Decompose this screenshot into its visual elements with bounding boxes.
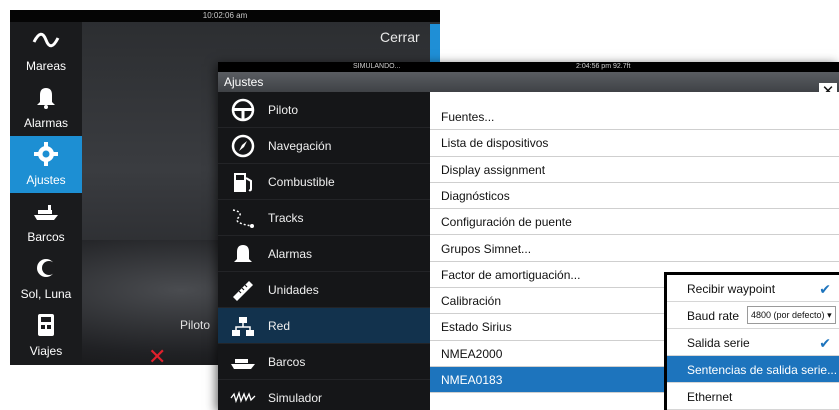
left-rail: Mareas Alarmas Ajustes Barcos Sol, Luna [10, 22, 82, 365]
list-item[interactable]: Display assignment [430, 157, 839, 183]
list-item-label: Lista de dispositivos [441, 136, 549, 151]
gear-icon [34, 142, 58, 166]
rail-item-mareas[interactable]: Mareas [10, 22, 82, 79]
checkbox-checked-icon[interactable]: ✔ [819, 281, 831, 298]
receive-waypoint-label: Recibir waypoint [687, 282, 776, 296]
ethernet-label: Ethernet [687, 390, 733, 404]
list-item-label: Factor de amortiguación... [441, 267, 581, 282]
baud-rate-select[interactable]: 4800 (por defecto) ▾ [747, 306, 836, 324]
list-item-label: Display assignment [441, 162, 546, 177]
menu-item-tracks[interactable]: Tracks [218, 200, 430, 236]
settings-menu: Piloto Navegación Combustible Tracks Ala… [218, 92, 430, 410]
list-item-label: Fuentes... [441, 110, 495, 124]
list-item-label: Grupos Simnet... [441, 241, 532, 256]
list-item-label: NMEA2000 [441, 346, 503, 361]
rail-item-label: Barcos [27, 230, 65, 244]
ship-icon [34, 205, 58, 220]
dialog-title: Ajustes [224, 75, 264, 89]
rail-item-label: Viajes [29, 344, 63, 358]
simulator-icon [230, 390, 256, 404]
list-item[interactable]: Configuración de puente [430, 209, 839, 236]
serial-sentences-label: Sentencias de salida serie... [687, 363, 838, 377]
list-item-label: Configuración de puente [441, 215, 572, 230]
menu-item-label: Barcos [268, 355, 306, 369]
menu-item-label: Navegación [268, 139, 332, 153]
menu-item-red[interactable]: Red [218, 308, 430, 344]
rail-item-viajes[interactable]: Viajes [10, 307, 82, 364]
dropdown-arrow-icon: ▾ [827, 310, 832, 320]
list-item[interactable]: Grupos Simnet... [430, 236, 839, 262]
menu-item-navegacion[interactable]: Navegación [218, 128, 430, 164]
menu-item-label: Piloto [268, 103, 299, 117]
menu-item-label: Simulador [268, 391, 323, 405]
menu-item-label: Alarmas [268, 247, 313, 261]
checkbox-checked-icon[interactable]: ✔ [819, 335, 831, 352]
ruler-icon [233, 281, 253, 301]
bell-icon [37, 88, 55, 109]
list-item[interactable]: Fuentes... [430, 104, 839, 131]
dialog-status-bar: SIMULANDO... 2:04:56 pm 92.7ft [218, 62, 839, 72]
network-icon [232, 317, 254, 336]
menu-item-simulador[interactable]: Simulador [218, 380, 430, 410]
list-item-label: Estado Sirius [441, 320, 512, 335]
rail-item-alarmas[interactable]: Alarmas [10, 79, 82, 136]
list-item[interactable]: Diagnósticos [430, 183, 839, 210]
dialog-title-bar: Ajustes ✕ [218, 72, 839, 101]
rail-item-label: Alarmas [23, 116, 68, 130]
menu-item-alarmas[interactable]: Alarmas [218, 236, 430, 272]
tide-wave-icon [32, 32, 60, 48]
list-item-label: Calibración [441, 294, 502, 309]
sun-moon-icon [37, 259, 56, 277]
menu-item-label: Red [268, 319, 291, 333]
receive-waypoint-row[interactable]: Recibir waypoint ✔ [667, 275, 839, 302]
nmea0183-popup: Recibir waypoint ✔ Baud rate 4800 (por d… [664, 272, 839, 410]
menu-item-label: Unidades [268, 283, 319, 297]
rail-item-label: Sol, Luna [20, 287, 72, 301]
bell-icon [234, 245, 252, 262]
rail-item-barcos[interactable]: Barcos [10, 193, 82, 250]
track-icon [232, 209, 254, 228]
menu-item-barcos[interactable]: Barcos [218, 344, 430, 380]
background-status-bar: 10:02:06 am [10, 10, 440, 22]
menu-item-unidades[interactable]: Unidades [218, 272, 430, 308]
compass-icon [231, 134, 255, 158]
list-item[interactable]: Lista de dispositivos [430, 130, 839, 157]
baud-rate-value: 4800 (por defecto) [751, 310, 825, 320]
menu-item-label: Combustible [268, 175, 335, 189]
serial-sentences-row[interactable]: Sentencias de salida serie... [667, 356, 839, 383]
rail-item-ajustes[interactable]: Ajustes [10, 136, 82, 193]
baud-rate-row[interactable]: Baud rate 4800 (por defecto) ▾ [667, 302, 839, 329]
list-item-label: NMEA0183 [441, 373, 503, 387]
rail-item-label: Mareas [25, 59, 66, 73]
rail-item-label: Ajustes [26, 173, 66, 187]
ship-icon [231, 359, 255, 369]
simulating-status: SIMULANDO... [353, 63, 401, 70]
serial-output-row[interactable]: Salida serie ✔ [667, 329, 839, 356]
menu-item-combustible[interactable]: Combustible [218, 164, 430, 200]
trip-calculator-icon [38, 314, 54, 336]
background-piloto-label: Piloto [180, 318, 211, 332]
list-item-label: Diagnósticos [441, 188, 510, 203]
baud-rate-label: Baud rate [687, 309, 740, 323]
rail-item-sol-luna[interactable]: Sol, Luna [10, 250, 82, 307]
background-clock: 10:02:06 am [202, 11, 248, 20]
serial-output-label: Salida serie [687, 336, 750, 350]
alert-x-icon[interactable]: ✕ [148, 344, 166, 370]
ethernet-row[interactable]: Ethernet [667, 383, 839, 410]
status-time-depth: 2:04:56 pm 92.7ft [576, 63, 631, 70]
fuel-pump-icon [234, 173, 252, 192]
background-app-tile[interactable] [430, 24, 440, 64]
menu-item-label: Tracks [268, 211, 304, 225]
menu-item-piloto[interactable]: Piloto [218, 92, 430, 128]
steering-wheel-icon [231, 98, 255, 122]
